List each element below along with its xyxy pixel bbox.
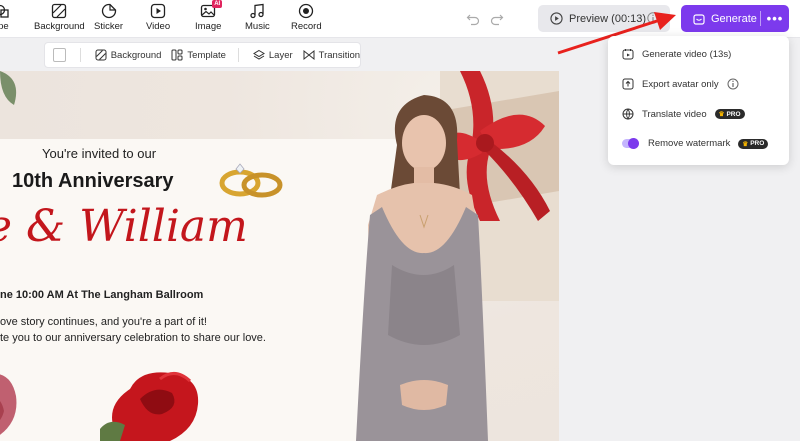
tool-label: Sticker: [94, 21, 124, 32]
crown-icon: ♛: [742, 140, 749, 148]
image-tool[interactable]: AI Image: [195, 0, 223, 32]
template-label: Template: [187, 49, 226, 61]
more-options-button[interactable]: •••: [761, 5, 789, 32]
transition-label: Transition: [318, 49, 361, 61]
invite-text: You're invited to our: [42, 146, 157, 161]
video-tool[interactable]: Video: [146, 3, 170, 32]
template-button[interactable]: Template: [171, 49, 226, 61]
background-label: Background: [110, 49, 162, 61]
background-tool[interactable]: Background: [34, 3, 85, 32]
tool-label: Background: [34, 21, 85, 32]
canvas-toolbar: Background Template Layer Transition: [44, 42, 361, 68]
avatar-presenter[interactable]: [342, 85, 507, 441]
color-swatch[interactable]: [53, 48, 66, 62]
generate-icon: [693, 13, 705, 25]
top-toolbar: Shape Background Sticker Video AI Image …: [0, 0, 800, 38]
editor-canvas[interactable]: You're invited to our 10th Anniversary e…: [0, 71, 559, 441]
record-icon: [298, 3, 314, 19]
watermark-toggle[interactable]: [622, 138, 639, 149]
generate-button[interactable]: Generate •••: [681, 5, 789, 32]
sticker-icon: [101, 3, 117, 19]
anniversary-title: 10th Anniversary: [12, 170, 174, 192]
template-icon: [171, 49, 183, 61]
menu-item-remove-watermark[interactable]: Remove watermark ♛ PRO: [622, 138, 769, 149]
pro-label: PRO: [750, 140, 765, 147]
redo-icon[interactable]: [490, 12, 504, 26]
ai-badge: AI: [212, 0, 223, 8]
menu-item-label: Generate video (13s): [642, 48, 732, 60]
divider: [79, 48, 81, 62]
toggle-knob: [628, 138, 639, 149]
video-icon: [150, 3, 166, 19]
undo-icon[interactable]: [466, 12, 480, 26]
message-line-1: ove story continues, and you're a part o…: [0, 316, 207, 328]
sticker-tool[interactable]: Sticker: [94, 3, 123, 32]
background-icon: [51, 3, 67, 19]
crown-icon: ♛: [718, 111, 725, 118]
menu-item-export-avatar[interactable]: Export avatar only: [622, 78, 747, 90]
music-tool[interactable]: Music: [245, 3, 270, 32]
info-icon[interactable]: [727, 78, 739, 90]
tool-label: Shape: [0, 21, 9, 32]
shape-tool[interactable]: Shape: [0, 3, 10, 32]
pro-badge: ♛ PRO: [738, 138, 769, 149]
event-details: ne 10:00 AM At The Langham Ballroom: [0, 289, 204, 301]
menu-item-translate-video[interactable]: Translate video ♛ PRO: [622, 108, 745, 120]
layer-button[interactable]: Layer: [252, 49, 293, 61]
couple-names: e & William: [0, 201, 248, 252]
tool-label: Record: [291, 21, 322, 32]
pro-label: PRO: [726, 110, 741, 118]
menu-item-label: Export avatar only: [642, 78, 719, 90]
menu-item-label: Remove watermark: [648, 138, 731, 149]
transition-button[interactable]: Transition: [303, 49, 360, 61]
generate-main[interactable]: Generate: [681, 5, 760, 32]
background-button[interactable]: Background: [95, 49, 162, 61]
image-icon: AI: [200, 0, 223, 19]
rose-decoration: [100, 372, 199, 441]
layer-label: Layer: [268, 49, 293, 61]
music-icon: [249, 3, 265, 19]
layer-icon: [252, 49, 265, 60]
shape-icon: [0, 3, 10, 19]
tool-label: Image: [195, 21, 222, 32]
menu-item-label: Translate video: [642, 108, 707, 120]
message-line-2: te you to our anniversary celebration to…: [0, 332, 266, 344]
menu-item-generate-video[interactable]: Generate video (13s): [622, 48, 731, 60]
generate-dropdown-menu: Generate video (13s) Export avatar only …: [608, 36, 789, 165]
rings-icon: [219, 163, 283, 198]
transition-icon: [303, 49, 315, 61]
rose-decoration: [0, 374, 17, 435]
tool-label: Music: [245, 21, 270, 32]
record-tool[interactable]: Record: [291, 3, 322, 32]
leaf-decoration: [0, 71, 17, 105]
pro-badge: ♛ PRO: [714, 109, 745, 119]
tool-label: Video: [146, 21, 171, 32]
translate-icon: [622, 108, 634, 120]
export-icon: [622, 78, 634, 90]
divider: [237, 48, 239, 62]
background-icon: [95, 49, 107, 61]
calendar-video-icon: [622, 49, 634, 60]
generate-label: Generate: [711, 12, 757, 25]
